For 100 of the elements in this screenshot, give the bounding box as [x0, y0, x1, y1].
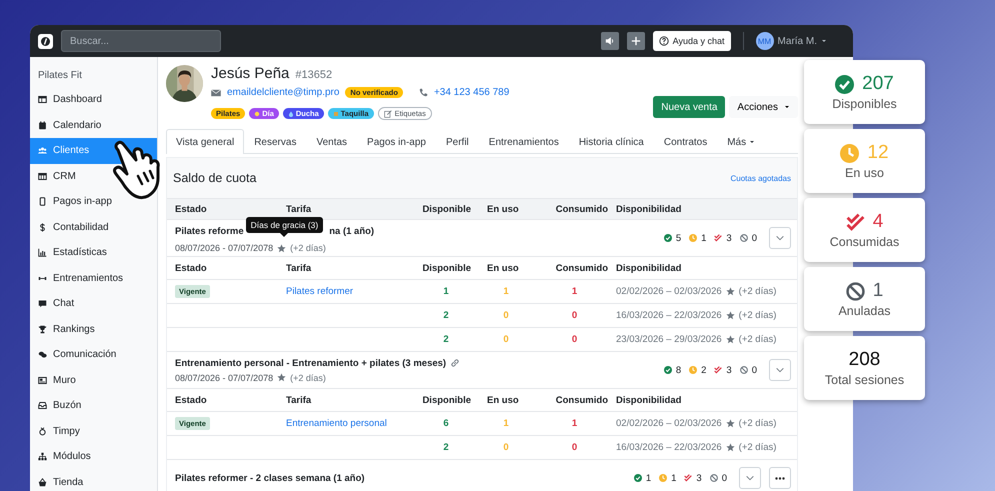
stat-value: 4 — [872, 211, 884, 233]
actions-button[interactable]: Acciones — [729, 96, 798, 118]
period-dates: 02/02/2026 – 02/03/2026 — [616, 286, 722, 297]
stat-label: Total sesiones — [824, 373, 904, 387]
sidebar-item[interactable]: Contabilidad — [30, 214, 157, 240]
period-dates: 02/02/2026 – 02/03/2026 — [616, 418, 722, 429]
phone-link[interactable]: +34 123 456 789 — [434, 87, 510, 98]
tab[interactable]: Pagos in-app — [357, 129, 436, 154]
grace-days: (+2 días) — [738, 286, 776, 297]
grace-days: (+2 días) — [290, 372, 326, 382]
tab[interactable]: Más — [717, 129, 766, 154]
calendar-icon — [38, 120, 47, 130]
help-button[interactable]: Ayuda y chat — [652, 31, 731, 51]
column-header: Disponibilidad — [615, 262, 682, 274]
sitemap-icon — [38, 452, 47, 462]
ban-icon — [710, 474, 718, 482]
available-value: 2 — [442, 442, 450, 453]
tab[interactable]: Vista general — [166, 129, 244, 154]
sidebar-item[interactable]: Timpy — [30, 418, 157, 444]
more-button[interactable] — [769, 467, 791, 489]
clock-icon — [659, 474, 668, 482]
sidebar-item[interactable]: Muro — [30, 368, 157, 393]
logo-icon — [38, 34, 53, 48]
column-header: En uso — [486, 204, 520, 214]
stat-label: Disponibles — [832, 97, 897, 111]
comments-icon — [38, 350, 47, 360]
star-icon — [726, 311, 735, 320]
consumed-value: 0 — [570, 310, 578, 321]
sound-button[interactable] — [600, 32, 619, 50]
tab[interactable]: Ventas — [306, 129, 358, 154]
sidebar-item[interactable]: Rankings — [30, 316, 157, 342]
consumed-count: 3 — [696, 472, 702, 484]
email-link[interactable]: emaildelcliente@timp.pro — [227, 87, 340, 98]
column-header: En uso — [486, 394, 520, 406]
sun-icon — [254, 110, 260, 116]
users-icon — [38, 146, 47, 156]
plan-dates: 08/07/2026 - 07/07/2078 — [175, 372, 274, 382]
new-sale-button[interactable]: Nueva venta — [653, 96, 726, 118]
plan-dates: 08/07/2026 - 07/07/2078 — [175, 243, 274, 253]
add-button[interactable] — [626, 32, 645, 50]
tab[interactable]: Historia clínica — [568, 129, 654, 154]
star-icon — [277, 373, 286, 382]
star-icon — [277, 244, 286, 252]
stat-value: 207 — [862, 73, 894, 95]
check-circle-icon — [664, 366, 672, 374]
sidebar-item[interactable]: Tienda — [30, 470, 157, 491]
consumed-value: 1 — [570, 286, 578, 297]
sidebar-item[interactable]: Estadísticas — [30, 240, 157, 266]
speaker-icon — [604, 36, 615, 46]
caret-icon — [749, 139, 756, 145]
ban-icon — [846, 282, 865, 300]
column-header: Disponibilidad — [615, 204, 682, 214]
plan-title: na (1 año) — [329, 226, 374, 236]
sidebar-item[interactable]: Calendario — [30, 112, 157, 138]
clock-icon — [840, 144, 860, 162]
sidebar-item[interactable]: Buzón — [30, 393, 157, 418]
exhausted-quotas-link[interactable]: Cuotas agotadas — [730, 174, 791, 182]
available-value: 6 — [442, 418, 450, 429]
double-check-icon — [714, 366, 722, 374]
search-field[interactable]: Buscar... — [61, 30, 221, 52]
column-header: Tarifa — [285, 262, 312, 274]
section-title: Saldo de cuota — [173, 171, 256, 185]
available-count: 8 — [676, 364, 682, 376]
chevron-down-icon — [745, 473, 755, 483]
tab[interactable]: Contratos — [654, 129, 718, 154]
sidebar-item[interactable]: Comunicación — [30, 342, 157, 368]
stat-label: Anuladas — [838, 304, 891, 318]
user-name[interactable]: María M. — [778, 36, 817, 46]
stat-value: 1 — [872, 280, 884, 302]
clock-icon — [689, 366, 698, 374]
column-header: Consumido — [554, 262, 609, 274]
sidebar-item[interactable]: Dashboard — [30, 87, 157, 112]
grace-days: (+2 días) — [290, 243, 326, 253]
client-name: Jesús Peña — [211, 65, 290, 82]
grace-days: (+2 días) — [738, 442, 776, 453]
sidebar-item[interactable]: Chat — [30, 291, 157, 316]
double-check-icon — [684, 474, 692, 482]
tariff-link[interactable]: Entrenamiento personal — [286, 418, 387, 429]
in-use-value: 0 — [502, 334, 510, 345]
tab[interactable]: Perfil — [436, 129, 479, 154]
in-use-value: 1 — [502, 286, 510, 297]
column-header: Consumido — [554, 204, 609, 214]
caret-icon — [821, 38, 827, 44]
bar-chart-icon — [38, 248, 47, 258]
ban-icon — [740, 234, 748, 242]
envelope-icon — [211, 88, 221, 96]
available-value: 2 — [442, 310, 450, 321]
studio-name: Pilates Fit — [37, 68, 83, 82]
consumed-value: 0 — [570, 442, 578, 453]
inbox-icon — [38, 401, 47, 410]
ban-icon — [740, 366, 748, 374]
sidebar-item[interactable]: Entrenamientos — [30, 266, 157, 291]
tab[interactable]: Entrenamientos — [478, 129, 569, 154]
sidebar-item[interactable]: Pagos in-app — [30, 189, 157, 214]
tab[interactable]: Reservas — [244, 129, 306, 154]
available-value: 1 — [442, 286, 450, 297]
consumed-value: 1 — [570, 418, 578, 429]
tariff-link[interactable]: Pilates reformer — [286, 286, 354, 297]
sidebar-item[interactable]: Módulos — [30, 444, 157, 470]
basket-icon — [38, 478, 47, 487]
